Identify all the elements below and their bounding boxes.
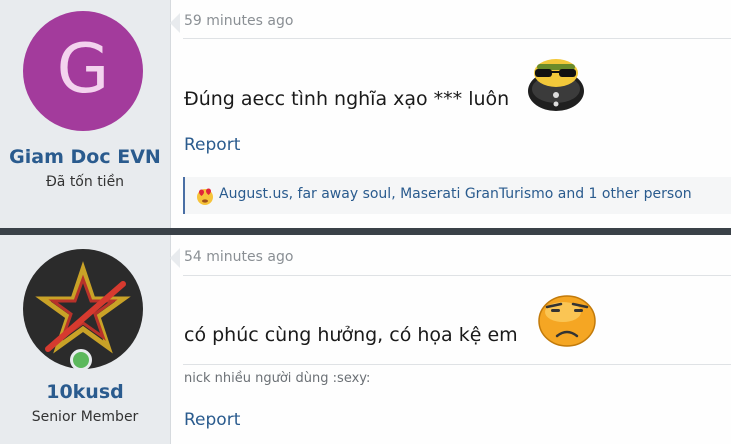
reactions-list[interactable]: August.us, far away soul, Maserati GranT… [219,186,692,202]
message-text: có phúc cùng hưởng, có họa kệ em [184,324,518,346]
report-link[interactable]: Report [184,410,240,430]
love-reaction-icon [197,188,213,205]
user-title: Senior Member [31,409,139,425]
post-1: G Giam Doc EVN Đã tốn tiền 59 minutes ag… [0,0,731,228]
message-arrow [170,248,180,268]
report-link[interactable]: Report [184,135,240,155]
divider [183,275,731,276]
post-separator [0,228,731,235]
reactions-bar[interactable]: August.us, far away soul, Maserati GranT… [183,177,731,214]
frowning-emoji-icon [538,295,596,347]
username-link[interactable]: Giam Doc EVN [0,146,170,168]
post-timestamp[interactable]: 54 minutes ago [184,249,293,265]
divider [183,38,731,39]
user-title: Đã tốn tiền [45,174,125,190]
message-arrow [170,13,180,33]
avatar[interactable]: G [23,11,143,131]
signature-divider [183,364,731,365]
sunglasses-emoji-icon [528,59,584,111]
message-text: Đúng aecc tình nghĩa xạo *** luôn [184,88,510,110]
username-link[interactable]: 10kusd [0,381,170,403]
post-timestamp[interactable]: 59 minutes ago [184,13,293,29]
user-signature: nick nhiều người dùng :sexy: [184,371,371,386]
online-status-icon [70,349,92,371]
